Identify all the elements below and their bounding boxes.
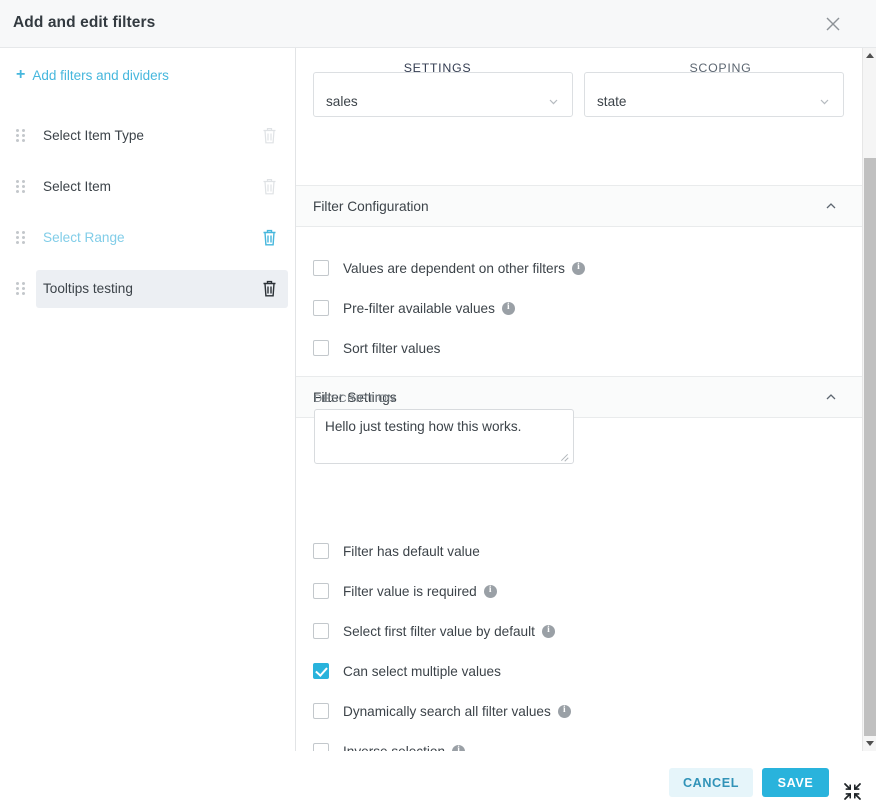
dataset-select[interactable]: sales xyxy=(313,72,573,117)
column-select-value: state xyxy=(597,94,627,109)
list-item-label: Select Range xyxy=(43,230,125,245)
checkbox-label: Values are dependent on other filters xyxy=(343,260,565,276)
description-textarea[interactable] xyxy=(314,409,574,464)
checkbox-box[interactable] xyxy=(313,583,329,599)
checkbox-has-default-value[interactable]: Filter has default value xyxy=(313,541,480,561)
list-item[interactable]: Tooltips testing xyxy=(0,263,296,314)
checkbox-label: Sort filter values xyxy=(343,340,441,356)
plus-icon: + xyxy=(16,66,26,83)
checkbox-inverse-selection[interactable]: Inverse selection i xyxy=(313,741,466,752)
scroll-down-arrow-icon[interactable] xyxy=(863,736,876,751)
checkbox-values-dependent[interactable]: Values are dependent on other filters i xyxy=(313,258,585,278)
checkbox-label: Pre-filter available values xyxy=(343,300,495,316)
list-item-label: Select Item Type xyxy=(43,128,144,143)
drag-handle-icon[interactable] xyxy=(16,230,27,245)
checkbox-label: Can select multiple values xyxy=(343,663,501,679)
close-icon[interactable] xyxy=(822,13,844,35)
checkbox-dynamic-search[interactable]: Dynamically search all filter values i xyxy=(313,701,571,721)
scroll-up-arrow-icon[interactable] xyxy=(863,48,876,63)
cancel-button[interactable]: CANCEL xyxy=(669,768,753,797)
chevron-down-icon xyxy=(818,95,831,108)
checkbox-box[interactable] xyxy=(313,340,329,356)
checkbox-prefilter-values[interactable]: Pre-filter available values i xyxy=(313,298,515,318)
add-filters-and-dividers-button[interactable]: + Add filters and dividers xyxy=(16,66,169,84)
checkbox-label: Dynamically search all filter values xyxy=(343,703,551,719)
column-select[interactable]: state xyxy=(584,72,844,117)
info-icon[interactable]: i xyxy=(501,301,515,315)
checkbox-label: Inverse selection xyxy=(343,743,446,752)
info-icon[interactable]: i xyxy=(541,624,555,638)
checkbox-select-first-value[interactable]: Select first filter value by default i xyxy=(313,621,555,641)
checkbox-box[interactable] xyxy=(313,260,329,276)
filter-configuration-title: Filter Configuration xyxy=(313,198,429,214)
selects-row: sales state xyxy=(296,72,862,134)
save-button[interactable]: SAVE xyxy=(762,768,829,797)
list-item-label: Tooltips testing xyxy=(43,281,133,296)
filter-list: Select Item Type Select Item Select Rang… xyxy=(0,110,296,314)
checkbox-sort-filter-values[interactable]: Sort filter values xyxy=(313,338,440,358)
info-icon[interactable]: i xyxy=(483,584,497,598)
chevron-down-icon xyxy=(547,95,560,108)
list-item-label: Select Item xyxy=(43,179,111,194)
page-title: Add and edit filters xyxy=(13,14,156,31)
chevron-up-icon[interactable] xyxy=(824,199,838,213)
checkbox-box[interactable] xyxy=(313,703,329,719)
info-icon[interactable]: i xyxy=(571,261,585,275)
description-label: DESCRIPTION xyxy=(314,393,396,405)
scrollbar-thumb[interactable] xyxy=(864,158,876,736)
filter-configuration-header[interactable]: Filter Configuration xyxy=(296,185,862,227)
list-item[interactable]: Select Item Type xyxy=(0,110,296,161)
trash-icon[interactable] xyxy=(261,279,278,298)
trash-icon[interactable] xyxy=(261,177,278,196)
vertical-scrollbar[interactable] xyxy=(862,48,876,751)
chevron-up-icon[interactable] xyxy=(824,390,838,404)
add-edit-filters-dialog: Add and edit filters + Add filters and d… xyxy=(0,0,876,811)
trash-icon[interactable] xyxy=(261,228,278,247)
checkbox-box[interactable] xyxy=(313,623,329,639)
checkbox-box[interactable] xyxy=(313,743,329,751)
checkbox-label: Filter value is required xyxy=(343,583,477,599)
list-item[interactable]: Select Range xyxy=(0,212,296,263)
add-filters-label: Add filters and dividers xyxy=(32,68,169,83)
checkbox-multiple-values[interactable]: Can select multiple values xyxy=(313,661,501,681)
filters-sidebar: + Add filters and dividers Select Item T… xyxy=(0,48,296,751)
checkbox-label: Filter has default value xyxy=(343,543,480,559)
drag-handle-icon[interactable] xyxy=(16,281,27,296)
checkbox-box[interactable] xyxy=(313,300,329,316)
checkbox-value-required[interactable]: Filter value is required i xyxy=(313,581,497,601)
checkbox-label: Select first filter value by default xyxy=(343,623,535,639)
list-item[interactable]: Select Item xyxy=(0,161,296,212)
trash-icon[interactable] xyxy=(261,126,278,145)
info-icon[interactable]: i xyxy=(557,704,571,718)
dialog-header: Add and edit filters xyxy=(0,0,876,48)
checkbox-box[interactable] xyxy=(313,543,329,559)
drag-handle-icon[interactable] xyxy=(16,179,27,194)
drag-handle-icon[interactable] xyxy=(16,128,27,143)
checkbox-box[interactable] xyxy=(313,663,329,679)
dialog-footer: CANCEL SAVE xyxy=(0,751,876,811)
collapse-arrows-icon[interactable] xyxy=(843,782,862,801)
dataset-select-value: sales xyxy=(326,94,358,109)
